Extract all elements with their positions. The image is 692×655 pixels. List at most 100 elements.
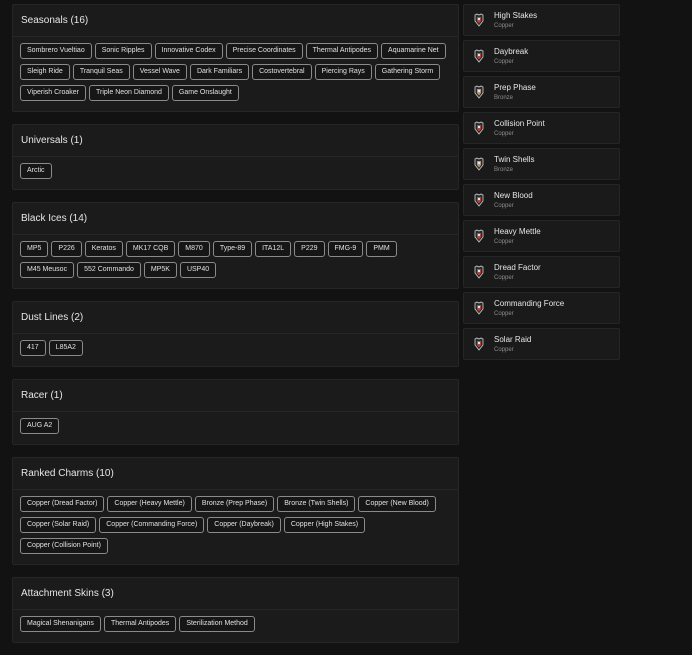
section-title: Ranked Charms (10) [13,458,458,490]
section-title: Dust Lines (2) [13,302,458,334]
item-chip[interactable]: Bronze (Prep Phase) [194,496,275,512]
collection-section: Racer (1) AUG A2 [12,379,459,445]
item-chip[interactable]: Aquamarine Net [381,43,446,59]
charm-item[interactable]: Dread Factor Copper [463,256,620,288]
item-chip[interactable]: MP5K [143,262,177,278]
item-chip[interactable]: Costovertebral [252,64,312,80]
item-chip[interactable]: Sonic Ripples [94,43,152,59]
charm-name: Commanding Force [494,299,565,308]
item-chip[interactable]: Gathering Storm [374,64,441,80]
charm-name: Collision Point [494,119,545,128]
item-chip[interactable]: MK17 CQB [125,241,176,257]
item-chip[interactable]: Magical Shenanigans [20,616,101,632]
item-chip[interactable]: L85A2 [48,340,83,356]
item-chip[interactable]: Copper (Collision Point) [20,538,108,554]
item-chip[interactable]: P226 [51,241,82,257]
item-chip[interactable]: Piercing Rays [314,64,372,80]
section-title: Black Ices (14) [13,203,458,235]
item-chip[interactable]: Copper (Daybreak) [207,517,281,533]
rank-badge-icon [472,13,486,27]
chip-list: AUG A2 [13,412,458,444]
item-chip[interactable]: Game Onslaught [171,85,239,101]
item-chip[interactable]: Innovative Codex [154,43,223,59]
section-title: Universals (1) [13,125,458,157]
rank-badge-icon [472,193,486,207]
collection-section: Black Ices (14) MP5 P226 Keratos MK17 CQB M87… [12,202,459,289]
item-chip[interactable]: Copper (Solar Raid) [20,517,97,533]
item-chip[interactable]: Triple Neon Diamond [89,85,169,101]
rank-badge-icon [472,121,486,135]
collection-section: Attachment Skins (3) Magical Shenanigans T… [12,577,459,643]
charm-tier: Copper [494,311,514,317]
charm-item[interactable]: Commanding Force Copper [463,292,620,324]
item-chip[interactable]: Precise Coordinates [225,43,303,59]
item-chip[interactable]: Tranquil Seas [72,64,130,80]
section-title: Seasonals (16) [13,5,458,37]
charm-tier: Copper [494,23,514,29]
item-chip[interactable]: Sterilization Method [179,616,255,632]
item-chip[interactable]: ITA12L [255,241,292,257]
item-chip[interactable]: Copper (Dread Factor) [20,496,105,512]
collections-column: Seasonals (16) Sombrero Vueltiao Sonic Rip… [12,4,459,655]
item-chip[interactable]: Type-89 [212,241,253,257]
item-chip[interactable]: M45 Meusoc [20,262,75,278]
charm-item[interactable]: Twin Shells Bronze [463,148,620,180]
charm-name: Prep Phase [494,83,536,92]
charm-tier: Copper [494,347,514,353]
item-chip[interactable]: AUG A2 [20,418,60,434]
charm-item[interactable]: Collision Point Copper [463,112,620,144]
item-chip[interactable]: Copper (High Stakes) [283,517,366,533]
item-chip[interactable]: Keratos [84,241,123,257]
charm-name: Twin Shells [494,155,535,164]
rank-badge-icon [472,49,486,63]
item-chip[interactable]: Thermal Antipodes [103,616,177,632]
charm-tier: Bronze [494,95,514,101]
collection-section: Universals (1) Arctic [12,124,459,190]
chip-list: MP5 P226 Keratos MK17 CQB M870 Type-89 ITA12L P… [13,235,458,288]
collection-section: Dust Lines (2) 417 L85A2 [12,301,459,367]
item-chip[interactable]: Copper (New Blood) [358,496,436,512]
item-chip[interactable]: 417 [20,340,46,356]
rank-badge-icon [472,157,486,171]
charm-item[interactable]: High Stakes Copper [463,4,620,36]
item-chip[interactable]: Copper (Commanding Force) [99,517,205,533]
rank-badge-icon [472,337,486,351]
item-chip[interactable]: PMM [366,241,397,257]
item-chip[interactable]: Bronze (Twin Shells) [277,496,356,512]
charm-item[interactable]: Heavy Mettle Copper [463,220,620,252]
charm-tier: Copper [494,203,514,209]
item-chip[interactable]: Thermal Antipodes [305,43,379,59]
item-chip[interactable]: MP5 [20,241,49,257]
chip-list: Magical Shenanigans Thermal Antipodes Ster… [13,610,458,642]
item-chip[interactable]: Copper (Heavy Mettle) [107,496,192,512]
charm-item[interactable]: Prep Phase Bronze [463,76,620,108]
charm-item[interactable]: Daybreak Copper [463,40,620,72]
item-chip[interactable]: Arctic [20,163,52,179]
section-title: Attachment Skins (3) [13,578,458,610]
item-chip[interactable]: Dark Familiars [189,64,250,80]
item-chip[interactable]: FMG-9 [327,241,364,257]
charm-tier: Bronze [494,167,514,173]
charm-name: New Blood [494,191,533,200]
charm-tier: Copper [494,59,514,65]
chip-list: 417 L85A2 [13,334,458,366]
rank-badge-icon [472,301,486,315]
item-chip[interactable]: M870 [178,241,210,257]
charm-name: High Stakes [494,11,538,20]
charm-item[interactable]: New Blood Copper [463,184,620,216]
rank-badge-icon [472,265,486,279]
charm-tier: Copper [494,131,514,137]
charm-tier: Copper [494,275,514,281]
item-chip[interactable]: Sombrero Vueltiao [20,43,92,59]
item-chip[interactable]: Vessel Wave [132,64,187,80]
item-chip[interactable]: USP40 [179,262,217,278]
item-chip[interactable]: Sleigh Ride [20,64,70,80]
item-chip[interactable]: P229 [294,241,325,257]
charm-tier: Copper [494,239,514,245]
collection-section: Ranked Charms (10) Copper (Dread Factor) C… [12,457,459,565]
charm-item[interactable]: Solar Raid Copper [463,328,620,360]
item-chip[interactable]: 552 Commando [77,262,141,278]
charms-list: High Stakes Copper Daybreak Copper Prep Phas… [463,4,620,364]
item-chip[interactable]: Viperish Croaker [20,85,87,101]
chip-list: Arctic [13,157,458,189]
